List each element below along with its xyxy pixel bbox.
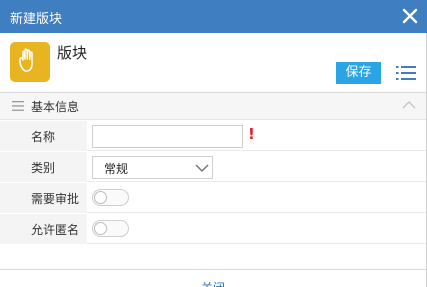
footer-divider: [0, 269, 427, 270]
approval-label: 需要审批: [31, 192, 80, 206]
dialog-title: 新建版块: [10, 12, 63, 27]
form-row-approval: 需要审批: [0, 183, 427, 213]
close-icon[interactable]: [401, 7, 419, 25]
save-button[interactable]: 保存: [336, 62, 381, 84]
name-input[interactable]: [92, 125, 243, 148]
form-row-category: 类别 常规: [0, 152, 427, 182]
section-lines-icon: [12, 101, 24, 111]
category-label: 类别: [31, 161, 56, 175]
chevron-down-icon: [195, 164, 209, 173]
close-link[interactable]: 关闭: [201, 279, 225, 287]
toggle-knob: [94, 222, 107, 235]
section-header[interactable]: 基本信息: [0, 93, 427, 120]
chevron-up-icon[interactable]: [402, 100, 416, 110]
category-select[interactable]: 常规: [92, 156, 213, 179]
required-indicator: !: [248, 125, 255, 143]
anonymous-toggle[interactable]: [92, 220, 129, 237]
dialog-titlebar: 新建版块: [0, 0, 427, 33]
anonymous-label: 允许匿名: [31, 223, 80, 237]
page-title: 版块: [57, 44, 88, 62]
label-cell: 名称: [0, 121, 87, 151]
label-cell: 类别: [0, 152, 87, 182]
approval-toggle[interactable]: [92, 189, 129, 206]
form-row-name: 名称 !: [0, 121, 427, 151]
name-label: 名称: [31, 130, 56, 144]
category-value: 常规: [104, 162, 129, 176]
list-menu-icon[interactable]: [395, 64, 417, 82]
hand-icon: [10, 42, 50, 82]
section-title: 基本信息: [31, 100, 80, 114]
toggle-knob: [94, 191, 107, 204]
form-row-anonymous: 允许匿名: [0, 214, 427, 244]
label-cell: 允许匿名: [0, 214, 87, 244]
label-cell: 需要审批: [0, 183, 87, 213]
